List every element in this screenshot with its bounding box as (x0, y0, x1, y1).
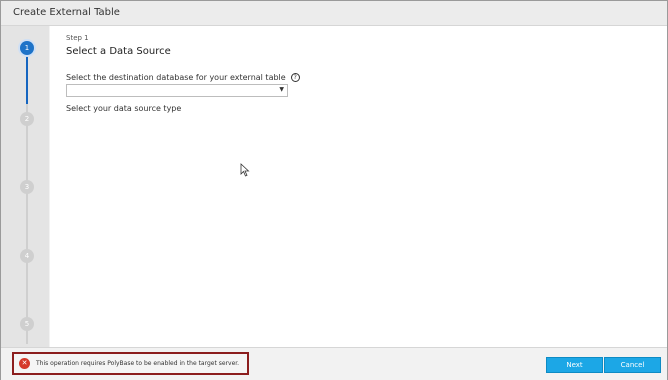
window-title: Create External Table (13, 7, 120, 18)
step-1-indicator[interactable]: 1 (20, 41, 34, 55)
data-source-type-label: Select your data source type (66, 104, 182, 113)
step-2-indicator[interactable]: 2 (20, 112, 34, 126)
cancel-button[interactable]: Cancel (604, 357, 661, 373)
footer-bar: ✕ This operation requires PolyBase to be… (1, 347, 667, 380)
step-5-indicator[interactable]: 5 (20, 317, 34, 331)
stepper-line (26, 104, 28, 344)
step-4-indicator[interactable]: 4 (20, 249, 34, 263)
step-3-indicator[interactable]: 3 (20, 180, 34, 194)
step-label: Step 1 (66, 34, 89, 42)
step-content: Step 1 Select a Data Source Select the d… (50, 26, 667, 347)
dropdown-arrow-icon[interactable]: ▼ (279, 86, 284, 93)
mouse-cursor-icon (240, 163, 250, 177)
next-button[interactable]: Next (546, 357, 603, 373)
error-icon: ✕ (19, 358, 30, 369)
error-message: This operation requires PolyBase to be e… (36, 360, 240, 367)
help-icon[interactable]: ? (290, 73, 300, 82)
create-external-table-dialog: Create External Table 1 2 3 4 5 Step 1 S… (0, 0, 668, 380)
stepper-line-active (26, 54, 28, 104)
database-field-label: Select the destination database for your… (66, 73, 300, 82)
error-notification: ✕ This operation requires PolyBase to be… (12, 352, 249, 375)
title-bar: Create External Table (1, 1, 667, 26)
database-select[interactable]: ▼ (66, 84, 288, 97)
database-label-text: Select the destination database for your… (66, 73, 286, 82)
step-navigator: 1 2 3 4 5 (1, 26, 49, 347)
step-heading: Select a Data Source (66, 46, 171, 57)
